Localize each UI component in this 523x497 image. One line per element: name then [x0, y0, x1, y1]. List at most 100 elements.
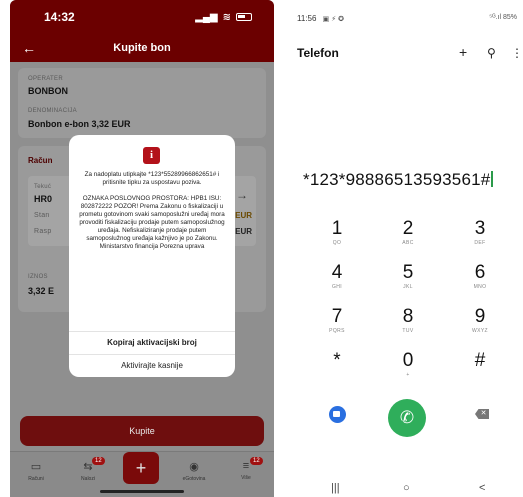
dial-key-letters: GHI: [331, 284, 343, 290]
dial-key-digit: 7: [331, 306, 343, 327]
home-indicator: [100, 490, 184, 493]
app-header: ← Kupite bon: [10, 34, 274, 62]
dial-key-digit: 5: [402, 262, 414, 283]
add-contact-icon[interactable]: +: [459, 44, 467, 60]
buy-button[interactable]: Kupite: [20, 416, 264, 446]
notification-badge: 12: [250, 457, 263, 465]
dial-key-hash[interactable]: #: [455, 350, 505, 372]
tab-racuni[interactable]: ▭ Računi: [16, 460, 56, 482]
activate-later-button[interactable]: Aktivirajte kasnije: [69, 361, 235, 370]
app-title: Telefon: [297, 46, 339, 60]
dial-key-letters: +: [406, 372, 410, 378]
dial-key-digit: 6: [474, 262, 486, 283]
status-time: 11:56: [297, 14, 317, 23]
call-button[interactable]: ✆: [388, 399, 426, 437]
dial-key-digit: 8: [402, 306, 414, 327]
iznos-label: IZNOS: [28, 274, 48, 280]
dial-key-letters: TUV: [402, 328, 414, 334]
status-icons: ▂▄▆ ≋: [195, 12, 252, 23]
tab-vise[interactable]: ≡ 12 Više: [226, 457, 266, 481]
operater-value: BONBON: [28, 86, 68, 96]
dial-key-letters: JKL: [403, 284, 413, 290]
recent-apps-icon[interactable]: |||: [331, 482, 340, 494]
dial-key-7[interactable]: 7 PQRS: [312, 306, 362, 334]
notification-badge: 12: [92, 457, 105, 465]
dial-key-letters: ABC: [402, 240, 414, 246]
dial-key-digit: 4: [331, 262, 343, 283]
available-label: Rasp: [34, 228, 52, 235]
dial-key-letters: DEF: [474, 240, 486, 246]
cash-icon: ◉: [189, 461, 199, 473]
divider: [69, 354, 235, 355]
balance-label: Stan: [34, 212, 50, 219]
tab-label: Računi: [28, 476, 44, 482]
tab-label: Više: [241, 475, 251, 481]
dialed-number-field[interactable]: *123*98886513593561#: [303, 170, 493, 190]
dial-key-star[interactable]: *: [312, 350, 362, 372]
status-bar: 11:56 ▣ ⚡ ✪ ⁵ᴳ.ıl 85%: [297, 14, 523, 23]
info-dialog: i Za nadoplatu utipkajte *123*5528996686…: [69, 135, 235, 377]
copy-activation-number-button[interactable]: Kopiraj aktivacijski broj: [69, 338, 235, 347]
voucher-details-card: OPERATER BONBON DENOMINACIJA Bonbon e-bo…: [18, 68, 266, 138]
dial-key-2[interactable]: 2 ABC: [383, 218, 433, 246]
dial-key-letters: WXYZ: [471, 328, 489, 334]
tab-label: eGotovina: [182, 476, 206, 482]
search-icon[interactable]: ⚲: [487, 46, 496, 60]
account-type-label: Tekuć: [34, 184, 52, 190]
dial-key-3[interactable]: 3 DEF: [455, 218, 505, 246]
dial-key-digit: 2: [402, 218, 414, 239]
account-number: HR0: [34, 194, 53, 204]
dial-key-digit: 3: [474, 218, 486, 239]
video-call-icon[interactable]: [329, 406, 346, 423]
dial-key-digit: 1: [331, 218, 343, 239]
dial-key-letters: PQRS: [329, 328, 345, 334]
dial-key-letters: MNO: [473, 284, 487, 290]
dial-key-1[interactable]: 1 QO: [312, 218, 362, 246]
home-icon[interactable]: ○: [403, 482, 410, 494]
bottom-tab-bar: ▭ Računi ⇆ 12 Nalozi + ◉ eGotovina ≡ 12 …: [10, 451, 274, 497]
denominacija-value: Bonbon e-bon 3,32 EUR: [28, 119, 131, 129]
page-body: OPERATER BONBON DENOMINACIJA Bonbon e-bo…: [10, 62, 274, 497]
tab-nalozi[interactable]: ⇆ 12 Nalozi: [68, 457, 108, 482]
dial-key-digit: 0: [402, 350, 414, 371]
divider: [69, 331, 235, 332]
dial-key-4[interactable]: 4 GHI: [312, 262, 362, 290]
dial-key-digit: #: [474, 350, 486, 371]
instruction-text: Za nadoplatu utipkajte *123*552899668626…: [84, 171, 220, 186]
dialed-number: *123*98886513593561#: [303, 170, 491, 189]
chevron-right-icon: →: [236, 188, 248, 202]
page-title: Kupite bon: [113, 42, 171, 54]
wifi-icon: ≋: [222, 11, 231, 23]
signal-icon: ▂▄▆: [195, 11, 218, 23]
back-arrow-icon[interactable]: ←: [22, 40, 36, 56]
dial-key-8[interactable]: 8 TUV: [383, 306, 433, 334]
dial-key-5[interactable]: 5 JKL: [383, 262, 433, 290]
operater-label: OPERATER: [28, 76, 63, 82]
new-action-button[interactable]: +: [123, 452, 159, 484]
dial-key-digit: 9: [474, 306, 486, 327]
iznos-value: 3,32 E: [28, 286, 55, 296]
dial-key-6[interactable]: 6 MNO: [455, 262, 505, 290]
dial-key-digit: *: [333, 350, 341, 371]
dialog-message: Za nadoplatu utipkajte *123*552899668626…: [77, 171, 227, 259]
status-bar: 14:32 ▂▄▆ ≋: [10, 0, 274, 34]
balance-currency: EUR: [235, 211, 252, 220]
status-time: 14:32: [44, 10, 75, 24]
info-icon: i: [143, 147, 160, 164]
banking-app-screen: 14:32 ▂▄▆ ≋ ← Kupite bon OPERATER BONBON…: [10, 0, 274, 497]
notification-icons: ▣ ⚡ ✪: [322, 16, 344, 23]
denominacija-label: DENOMINACIJA: [28, 108, 77, 114]
racun-title: Račun: [28, 156, 53, 165]
text-cursor: [491, 171, 493, 187]
back-icon[interactable]: <: [479, 482, 485, 494]
tab-label: Nalozi: [81, 476, 95, 482]
signal-battery: ⁵ᴳ.ıl 85%: [489, 14, 517, 21]
dial-key-9[interactable]: 9 WXYZ: [455, 306, 505, 334]
tab-egotovina[interactable]: ◉ eGotovina: [174, 460, 214, 482]
dial-key-0[interactable]: 0 +: [383, 350, 433, 378]
dial-key-letters: QO: [332, 240, 342, 246]
more-options-icon[interactable]: ⋮: [511, 46, 523, 60]
available-currency: EUR: [235, 227, 252, 236]
legal-notice-text: OZNAKA POSLOVNOG PROSTORA: HPB1 ISU: 802…: [79, 195, 225, 250]
backspace-icon[interactable]: ✕: [475, 409, 489, 419]
